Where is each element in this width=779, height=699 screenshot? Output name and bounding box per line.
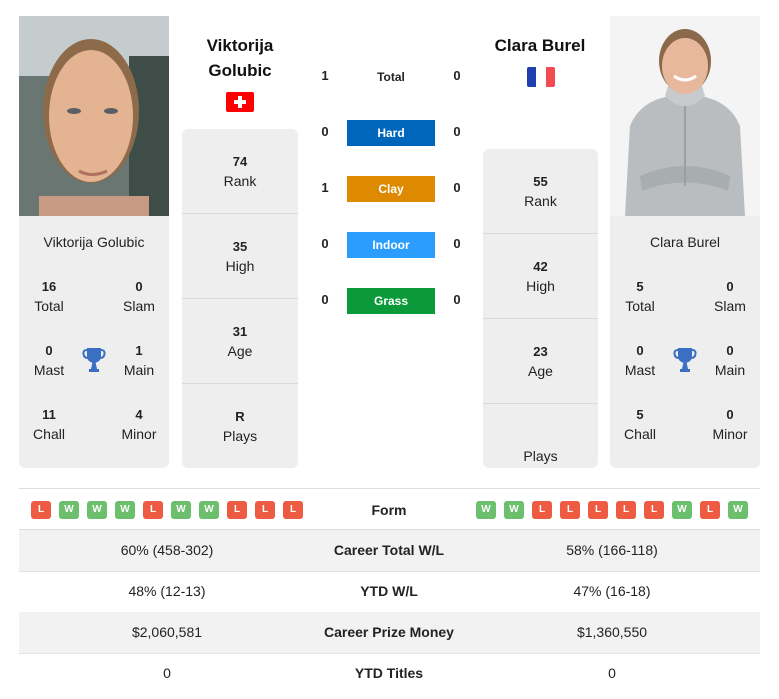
form-badge-loss[interactable]: L: [31, 501, 51, 519]
player2-plays: Plays: [523, 448, 558, 464]
switzerland-flag-icon: [226, 92, 254, 112]
player2-name-label: Clara Burel: [649, 234, 721, 250]
form-badge-loss[interactable]: L: [143, 501, 163, 519]
player1-stat-value: 0: [163, 665, 171, 681]
h2h-grass-p1: 0: [321, 292, 329, 307]
stat-row-career-prize-money: $2,060,581 Career Prize Money $1,360,550: [19, 612, 760, 653]
form-badge-win[interactable]: W: [87, 501, 107, 519]
h2h-total-p1: 1: [321, 68, 329, 83]
form-label: Form: [371, 502, 407, 518]
form-badge-loss[interactable]: L: [255, 501, 275, 519]
divider: [182, 213, 298, 214]
divider: [483, 403, 598, 404]
divider: [182, 383, 298, 384]
player2-name-heading[interactable]: Clara Burel: [480, 33, 600, 58]
form-badge-win[interactable]: W: [504, 501, 524, 519]
divider: [483, 233, 598, 234]
player1-titles-minor: 4 Minor: [121, 407, 157, 442]
h2h-hard-p2: 0: [453, 124, 461, 139]
player2-titles-card: Clara Burel 5 Total 0 Slam 0 Mast 0 Main…: [610, 216, 760, 468]
form-badge-loss[interactable]: L: [560, 501, 580, 519]
stat-label: Career Total W/L: [333, 542, 445, 558]
player1-ranking-card: 74 Rank 35 High 31 Age R Plays: [182, 129, 298, 468]
player1-high: 35 High: [225, 239, 255, 274]
form-badge-loss[interactable]: L: [616, 501, 636, 519]
player1-plays: R Plays: [222, 409, 258, 444]
form-badge-loss[interactable]: L: [227, 501, 247, 519]
divider: [483, 318, 598, 319]
player2-stat-value: 58% (166-118): [566, 542, 658, 558]
player2-titles-mast: 0 Mast: [624, 343, 656, 378]
player2-titles-main: 0 Main: [714, 343, 746, 378]
trophy-icon: [82, 347, 106, 373]
h2h-grass-label[interactable]: Grass: [347, 288, 435, 314]
stat-row-ytd-wl: 48% (12-13) YTD W/L 47% (16-18): [19, 571, 760, 612]
player1-stat-value: 48% (12-13): [128, 583, 206, 599]
player1-titles-slam: 0 Slam: [123, 279, 155, 314]
divider: [182, 298, 298, 299]
h2h-total-label: Total: [377, 70, 405, 84]
player1-titles-mast: 0 Mast: [33, 343, 65, 378]
player2-titles-chall: 5 Chall: [624, 407, 656, 442]
form-badge-win[interactable]: W: [672, 501, 692, 519]
h2h-hard-p1: 0: [321, 124, 329, 139]
trophy-icon: [673, 347, 697, 373]
player1-name-label: Viktorija Golubic: [43, 234, 145, 250]
form-badge-win[interactable]: W: [115, 501, 135, 519]
form-badge-loss[interactable]: L: [644, 501, 664, 519]
h2h-total-p2: 0: [453, 68, 461, 83]
player2-form-badges: WWLLLLLWLW: [476, 501, 748, 519]
player1-photo: [19, 16, 169, 216]
h2h-indoor-p1: 0: [321, 236, 329, 251]
player2-high: 42 High: [526, 259, 555, 294]
player1-stat-value: $2,060,581: [131, 624, 203, 640]
h2h-indoor-label[interactable]: Indoor: [347, 232, 435, 258]
player2-age: 23 Age: [528, 344, 553, 379]
form-badge-loss[interactable]: L: [588, 501, 608, 519]
form-row: LWWWLWWLLL Form WWLLLLLWLW: [19, 490, 760, 530]
player2-titles-total: 5 Total: [625, 279, 655, 314]
form-badge-win[interactable]: W: [476, 501, 496, 519]
player1-stat-value: 60% (458-302): [120, 542, 214, 558]
h2h-clay-p1: 1: [321, 180, 329, 195]
stat-row-career-total-wl: 60% (458-302) Career Total W/L 58% (166-…: [19, 530, 760, 571]
player2-ranking-card: 55 Rank 42 High 23 Age Plays: [483, 149, 598, 468]
h2h-grass-p2: 0: [453, 292, 461, 307]
h2h-clay-p2: 0: [453, 180, 461, 195]
player2-titles-minor: 0 Minor: [712, 407, 748, 442]
form-badge-win[interactable]: W: [199, 501, 219, 519]
divider: [19, 488, 760, 489]
h2h-indoor-p2: 0: [453, 236, 461, 251]
player1-form-badges: LWWWLWWLLL: [31, 501, 303, 519]
player1-titles-chall: 11 Chall: [33, 407, 65, 442]
stat-label: YTD Titles: [354, 665, 424, 681]
form-badge-win[interactable]: W: [59, 501, 79, 519]
form-badge-loss[interactable]: L: [283, 501, 303, 519]
player2-stat-value: $1,360,550: [576, 624, 648, 640]
h2h-clay-label[interactable]: Clay: [347, 176, 435, 202]
h2h-hard-label[interactable]: Hard: [347, 120, 435, 146]
france-flag-icon: [527, 67, 555, 87]
player2-photo: [610, 16, 760, 216]
stat-label: YTD W/L: [360, 583, 418, 599]
player2-rank: 55 Rank: [524, 174, 557, 209]
stat-label: Career Prize Money: [324, 624, 454, 640]
player2-stat-value: 0: [608, 665, 616, 681]
form-badge-win[interactable]: W: [728, 501, 748, 519]
stat-row-ytd-titles: 0 YTD Titles 0: [19, 653, 760, 694]
form-badge-win[interactable]: W: [171, 501, 191, 519]
player1-name-heading[interactable]: Viktorija Golubic: [180, 33, 300, 83]
player1-rank: 74 Rank: [223, 154, 257, 189]
player1-titles-total: 16 Total: [34, 279, 64, 314]
form-badge-loss[interactable]: L: [700, 501, 720, 519]
player1-age: 31 Age: [227, 324, 253, 359]
player1-titles-main: 1 Main: [123, 343, 155, 378]
player2-titles-slam: 0 Slam: [714, 279, 746, 314]
form-badge-loss[interactable]: L: [532, 501, 552, 519]
player1-titles-card: Viktorija Golubic 16 Total 0 Slam 0 Mast…: [19, 216, 169, 468]
player2-stat-value: 47% (16-18): [573, 583, 651, 599]
